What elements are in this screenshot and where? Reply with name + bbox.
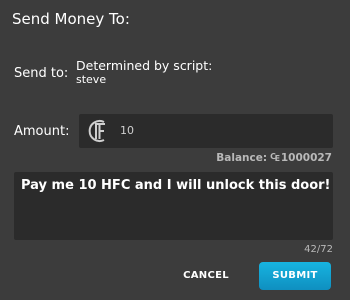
recipient-info: Determined by script: steve bbox=[76, 58, 212, 87]
send-to-label: Send to: bbox=[14, 66, 69, 81]
recipient-source: Determined by script: bbox=[76, 58, 213, 73]
amount-input[interactable]: 10 bbox=[79, 114, 333, 148]
dialog-title: Send Money To: bbox=[12, 10, 130, 28]
balance-value: 1000027 bbox=[280, 152, 332, 164]
amount-value: 10 bbox=[120, 124, 134, 137]
cancel-button[interactable]: CANCEL bbox=[176, 262, 236, 290]
amount-label: Amount: bbox=[14, 124, 70, 139]
balance-label: Balance: bbox=[216, 152, 268, 164]
message-textarea[interactable]: Pay me 10 HFC and I will unlock this doo… bbox=[14, 172, 333, 240]
message-text: Pay me 10 HFC and I will unlock this doo… bbox=[21, 178, 331, 193]
message-char-count: 42/72 bbox=[304, 244, 333, 255]
hfc-logo-icon bbox=[87, 118, 111, 144]
recipient-name: steve bbox=[76, 73, 107, 86]
balance-display: Balance: ₠1000027 bbox=[216, 152, 332, 164]
hfc-coin-icon: ₠ bbox=[270, 152, 280, 164]
send-money-dialog: Send Money To: Send to: Determined by sc… bbox=[0, 0, 350, 300]
submit-button[interactable]: SUBMIT bbox=[259, 262, 331, 290]
